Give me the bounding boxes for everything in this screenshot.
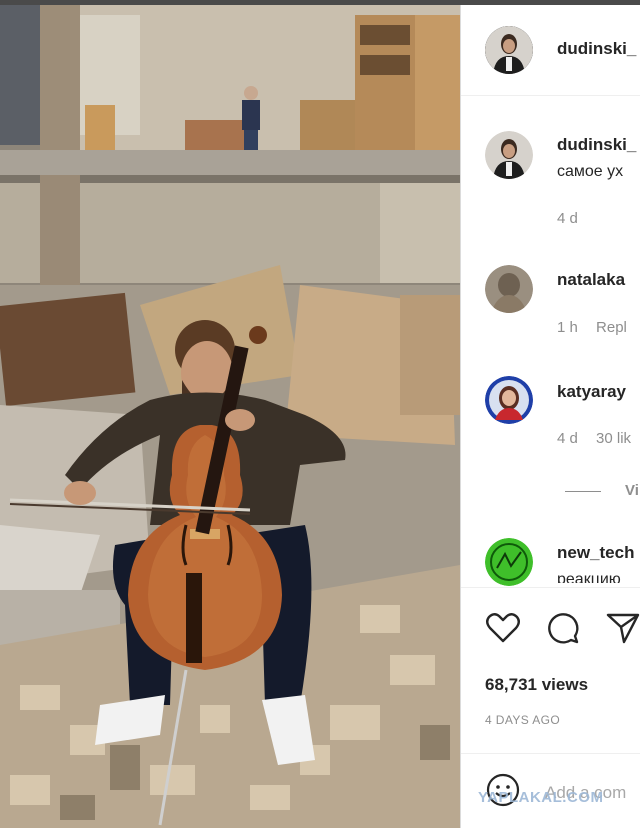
comment-avatar[interactable] — [485, 538, 533, 586]
comment-username[interactable]: natalaka — [557, 270, 625, 290]
comment-time: 4 d — [557, 210, 578, 227]
post-time-ago: 4 DAYS AGO — [485, 713, 561, 727]
post-author-avatar[interactable] — [485, 26, 533, 74]
comment-meta: 1 h Repl — [557, 319, 640, 336]
comment-time: 4 d — [557, 430, 578, 447]
reply-button[interactable]: Repl — [596, 319, 627, 336]
view-replies-button[interactable]: Vi — [625, 482, 639, 499]
comment-avatar[interactable] — [485, 376, 533, 424]
comment-avatar[interactable] — [485, 265, 533, 313]
author-photo-icon — [485, 26, 533, 74]
paper-plane-icon[interactable] — [605, 610, 640, 646]
header-divider — [461, 95, 640, 96]
user-photo-icon — [485, 376, 533, 424]
comment-username[interactable]: new_tech — [557, 543, 634, 563]
comment-likes[interactable]: 30 lik — [596, 430, 631, 447]
comment-username[interactable]: katyaray — [557, 382, 626, 402]
view-replies-line — [565, 491, 601, 492]
comment-meta: 4 d 30 lik — [557, 430, 640, 447]
cellist-in-ruins-image — [0, 5, 460, 828]
comment-username[interactable]: dudinski_ — [557, 135, 636, 155]
author-photo-icon — [485, 131, 533, 179]
user-photo-icon — [485, 265, 533, 313]
views-count[interactable]: 68,731 views — [485, 675, 588, 695]
comment-time: 1 h — [557, 319, 578, 336]
comment-text: реакцию — [557, 571, 621, 583]
comment-meta: 4 d — [557, 210, 592, 227]
post-header-username[interactable]: dudinski_ — [557, 39, 636, 59]
watermark: YAPLAKAL.COM — [478, 789, 604, 806]
comment-text: самое ух — [557, 163, 624, 180]
comment-icon[interactable] — [545, 610, 581, 646]
comment-avatar[interactable] — [485, 131, 533, 179]
actions-divider — [461, 587, 640, 588]
comments-panel: dudinski_ dudinski_ самое ух 4 d natalak… — [461, 5, 640, 828]
post-photo[interactable] — [0, 5, 460, 828]
add-comment-divider — [461, 753, 640, 754]
new-tech-logo-icon — [485, 538, 533, 586]
heart-icon[interactable] — [485, 610, 521, 646]
